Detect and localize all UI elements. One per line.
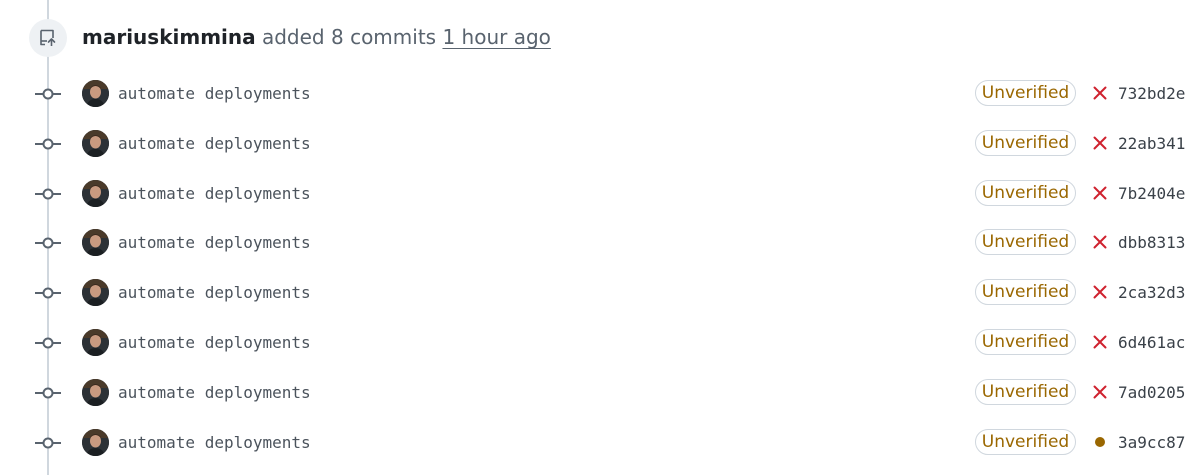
commit-message-link[interactable]: automate deployments (118, 381, 311, 405)
event-description: mariuskimmina added 8 commits 1 hour ago (82, 22, 551, 52)
check-failed-x-icon[interactable] (1091, 233, 1109, 251)
unverified-badge[interactable]: Unverified (975, 378, 1076, 405)
unverified-badge[interactable]: Unverified (975, 279, 1076, 306)
check-failed-x-icon[interactable] (1091, 184, 1109, 202)
commit-sha-link[interactable]: 2ca32d3 (1118, 281, 1185, 305)
commit-sha-link[interactable]: 6d461ac (1118, 331, 1185, 355)
check-failed-x-icon[interactable] (1091, 283, 1109, 301)
author-avatar[interactable] (82, 179, 109, 207)
unverified-badge[interactable]: Unverified (975, 428, 1076, 455)
commit-message-link[interactable]: automate deployments (118, 431, 311, 455)
commit-message-link[interactable]: automate deployments (118, 231, 311, 255)
push-event-header: mariuskimmina added 8 commits 1 hour ago (0, 0, 1200, 75)
author-avatar[interactable] (82, 229, 109, 257)
git-commit-icon (35, 283, 61, 303)
unverified-badge[interactable]: Unverified (975, 329, 1076, 355)
author-avatar[interactable] (82, 378, 109, 406)
commit-sha-link[interactable]: 3a9cc87 (1118, 431, 1185, 455)
commit-message-link[interactable]: automate deployments (118, 132, 311, 156)
commit-sha-link[interactable]: dbb8313 (1118, 231, 1185, 255)
git-commit-icon (35, 184, 61, 204)
unverified-badge[interactable]: Unverified (975, 179, 1076, 206)
commit-row: automate deployments Unverified 22ab341 (0, 119, 1200, 169)
author-avatar[interactable] (82, 428, 109, 456)
check-failed-x-icon[interactable] (1091, 134, 1109, 152)
commit-message-link[interactable]: automate deployments (118, 182, 311, 206)
author-avatar[interactable] (82, 80, 109, 107)
commit-sha-link[interactable]: 7ad0205 (1118, 381, 1185, 405)
commit-message-link[interactable]: automate deployments (118, 281, 311, 305)
commit-sha-link[interactable]: 7b2404e (1118, 182, 1185, 206)
check-failed-x-icon[interactable] (1091, 84, 1109, 102)
check-pending-dot-icon[interactable] (1091, 433, 1109, 451)
commit-row: automate deployments Unverified 7b2404e (0, 169, 1200, 219)
commit-row: automate deployments Unverified 3a9cc87 (0, 418, 1200, 468)
commit-row: automate deployments Unverified dbb8313 (0, 218, 1200, 268)
commit-message-link[interactable]: automate deployments (118, 331, 311, 355)
unverified-badge[interactable]: Unverified (975, 229, 1076, 256)
unverified-badge[interactable]: Unverified (975, 129, 1076, 156)
commit-row: automate deployments Unverified 732bd2e (0, 69, 1200, 119)
check-failed-x-icon[interactable] (1091, 383, 1109, 401)
actor-link[interactable]: mariuskimmina (82, 25, 256, 49)
author-avatar[interactable] (82, 329, 109, 356)
unverified-badge[interactable]: Unverified (975, 80, 1076, 106)
author-avatar[interactable] (82, 279, 109, 307)
commit-row: automate deployments Unverified 7ad0205 (0, 368, 1200, 418)
event-action: added 8 commits (261, 25, 437, 49)
commit-message-link[interactable]: automate deployments (118, 82, 311, 106)
event-time-link[interactable]: 1 hour ago (442, 25, 550, 49)
git-commit-icon (35, 84, 61, 104)
commit-sha-link[interactable]: 22ab341 (1118, 132, 1185, 156)
author-avatar[interactable] (82, 129, 109, 157)
commit-row: automate deployments Unverified 2ca32d3 (0, 268, 1200, 318)
git-commit-icon (35, 333, 61, 353)
git-commit-icon (35, 383, 61, 403)
repo-push-icon (29, 19, 67, 57)
git-commit-icon (35, 233, 61, 253)
commit-sha-link[interactable]: 732bd2e (1118, 82, 1185, 106)
git-commit-icon (35, 134, 61, 154)
check-failed-x-icon[interactable] (1091, 333, 1109, 351)
git-commit-icon (35, 433, 61, 453)
commit-row: automate deployments Unverified 6d461ac (0, 318, 1200, 368)
